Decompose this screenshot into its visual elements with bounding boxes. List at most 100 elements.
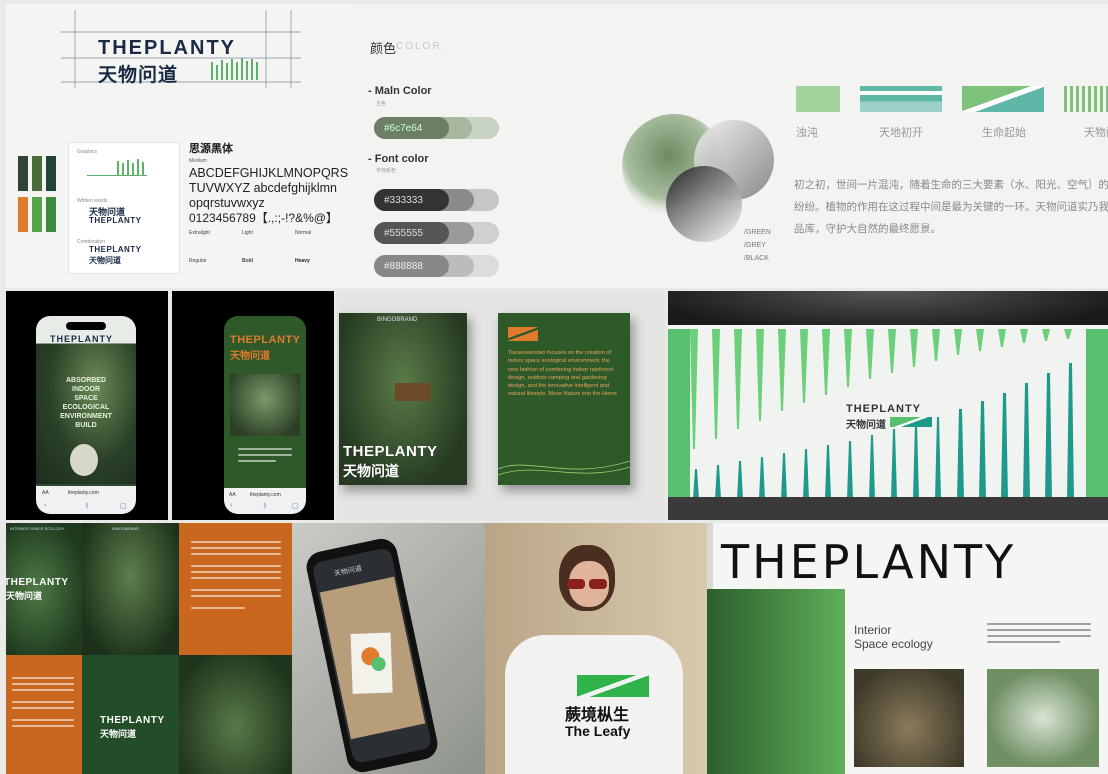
typography-specimen: 思源黑体 Medium ABCDEFGHIJKLMNOPQRS TUVWXYZ … [189,140,354,286]
brochure-panel: THEPLANTY Interior Space ecology [707,523,1108,774]
headline-line: BUILD [75,422,97,429]
strip-swatch-4 [1064,86,1108,112]
text-line [12,707,74,709]
wall-ceiling [668,291,1108,329]
swatch-dark-green [18,156,28,191]
card-label-graphics: Graphics [77,149,98,155]
brochure-photo-2 [987,669,1099,767]
swatch-green [32,197,42,232]
phone1-figure [70,444,98,476]
font-color-sub: 字体颜色 [376,168,397,174]
browser-back-icon[interactable]: ‹ [44,502,46,509]
legend-black: /BLACK [744,255,769,262]
text-line [238,460,276,462]
book-table-image [395,383,431,401]
font-color-hex-2: #555555 [384,228,423,239]
logo-chinese-name: 天物问道 [98,65,179,86]
weight-sample: Regular [189,258,207,264]
browser-tabs-icon[interactable]: ▢ [292,502,299,510]
combo-wordmark: THEPLANTY [89,245,142,254]
text-line [987,629,1091,631]
weight-sample: Heavy [295,258,310,264]
poster-tile-5: THEPLANTY 天物问道 [82,655,179,774]
headline-line: ECOLOGICAL [62,404,110,411]
main-color-label: - Maln Color [368,85,432,97]
phone1-browser-bar: AA theplanty.com ‹ ⇪ ▢ [36,486,136,514]
poster-wordmark-2: THEPLANTY [100,715,165,726]
brochure-heading-2: Space ecology [854,637,933,651]
text-line [191,589,281,591]
poster-tile-4 [6,655,82,774]
headline-line: SPACE [74,395,98,402]
phone-notch [66,322,106,330]
book-front-cover: BINGOBRAND THEPLANTY 天物问道 [339,313,467,485]
text-line [191,547,281,549]
circle-legend: /GREEN /GREY /BLACK [744,226,771,265]
text-line [12,689,74,691]
card-green-dot [371,656,386,672]
glyphs-line-2: TUVWXYZ abcdefghijklmn [189,181,337,195]
book-back-text: Tianwuwendao focuses on the creation of … [508,350,617,398]
weight-sample: Light [242,230,253,236]
text-line [238,448,292,450]
wall-logo-mark [890,417,932,427]
swatch-olive [32,156,42,191]
browser-share-icon[interactable]: ⇪ [84,502,90,510]
color-paragraph: 初之初，世间一片混沌，随着生命的三大要素（水、阳光、空气）的产生，世 纷纷。植物… [794,174,1108,240]
book-back-logo [508,327,538,341]
hand-phone-screen: 天物问道 [311,546,433,765]
text-line [12,725,74,727]
browser-tabs-icon[interactable]: ▢ [120,502,127,510]
poster-publisher: BINGOBRAND [112,526,139,531]
main-color-sub: 主色 [376,101,387,107]
browser-url[interactable]: theplanty.com [250,492,281,498]
poster-grid-panel: INTERIOR SPACE ECOLOGY THEPLANTY 天物问道 BI… [6,523,292,774]
paragraph-line: 初之初，世间一片混沌，随着生命的三大要素（水、阳光、空气）的产生，世 [794,179,1108,191]
color-panel: 颜色 COLOR. - Maln Color 主色 #6c7e64 - Font… [354,4,1108,288]
wall-cn-name: 天物问道 [846,420,886,431]
poster-wordmark: THEPLANTY [6,577,69,588]
paragraph-line: 品库，守护大自然的最终愿景。 [794,223,941,235]
legend-green: /GREEN [744,229,771,236]
swatch-deep-green [46,156,56,191]
sunglasses-left [567,579,585,589]
book-cover-wordmark: THEPLANTY [343,443,438,460]
poster-tile-2: BINGOBRAND [82,523,179,655]
text-line [191,553,281,555]
phone2-brand: THEPLANTY [230,334,301,346]
hand-phone: 天物问道 [303,535,441,774]
legend-grey: /GREY [744,242,766,249]
headline-line: ABSORBED [65,377,107,384]
strip-swatch-2 [860,86,942,112]
text-line [987,623,1091,625]
font-color-label: - Font color [368,153,429,165]
book-back-cover: Tianwuwendao focuses on the creation of … [498,313,630,485]
color-title-en: COLOR. [396,41,447,52]
headline-line: ENVIRONMENT [60,413,112,420]
text-line [191,565,281,567]
weight-sample: Normal [295,230,312,236]
poster-tile-6 [179,655,292,774]
poster-text-block [12,673,74,731]
phone2-photo [230,374,300,436]
weight-sample: Bold [242,258,254,264]
phone-screen-2: THEPLANTY 天物问道 AA theplanty.com ‹ ⇪ ▢ [224,316,306,514]
browser-url[interactable]: theplanty.com [68,490,99,496]
strip-swatch-3 [962,86,1044,112]
graphic-mark [87,159,147,176]
browser-back-icon[interactable]: ‹ [230,502,232,509]
weight-sample: Extralight [189,230,210,236]
phone2-cn: 天物问道 [230,351,270,362]
brochure-green-flap [707,589,845,774]
browser-aa: AA [229,492,236,498]
phone2-browser-bar: AA theplanty.com ‹ ⇪ ▢ [224,488,306,514]
brochure-heading-1: Interior [854,623,892,637]
phone2-text-lines [238,444,292,466]
browser-share-icon[interactable]: ⇪ [262,502,268,510]
hand-phone-title: 天物问道 [333,565,363,578]
phone-hand-panel: 天物问道 [292,523,485,774]
tshirt-panel: 蕨境枞生 The Leafy [485,523,707,774]
poster-caption: INTERIOR SPACE ECOLOGY [10,526,65,531]
text-line [12,683,74,685]
text-line [987,641,1060,643]
